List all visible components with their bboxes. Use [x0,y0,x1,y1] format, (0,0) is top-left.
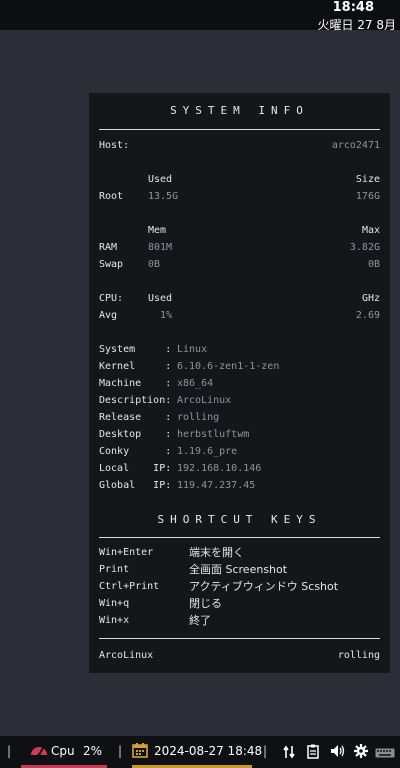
divider [99,638,380,639]
shortcut-row: Win+x 終了 [99,613,380,628]
divider [99,537,380,538]
speedometer-icon[interactable] [30,743,48,760]
mem-header-row: Mem Max [99,223,380,238]
host-label: Host: [99,140,130,151]
clock-date: 火曜日 27 8月 [317,18,396,32]
system-info-title: SYSTEM INFO [170,104,309,117]
mem-header: Mem [148,225,167,236]
footer-row: ArcoLinux rolling [99,648,380,663]
taskbar-datetime[interactable]: 2024-08-27 18:48 [154,744,262,758]
shortcut-key: Ctrl+Print [99,581,160,592]
cpu-header-row: CPU: Used GHz [99,291,380,306]
shortcut-action: 全画面 Screenshot [189,563,288,576]
separator: | [263,744,268,758]
info-label: System : [99,344,172,355]
keyboard-icon[interactable] [375,747,395,761]
volume-icon[interactable] [330,744,346,761]
info-value: herbstluftwm [177,429,250,440]
footer-release: rolling [337,650,380,661]
ram-row: RAM 801M 3.82G [99,240,380,255]
shortcut-action: 閉じる [189,597,222,610]
gear-icon[interactable] [354,744,368,761]
shortcut-action: アクティブウィンドウ Scshot [189,580,339,593]
info-row: Machine : x86_64 [99,376,380,391]
info-value: 6.10.6-zen1-1-zen [177,361,280,372]
cpu-avg-row: Avg 1% 2.69 [99,308,380,323]
avg-label: Avg [99,310,118,321]
max-header: Max [361,225,380,236]
shortcut-action: 端末を開く [189,546,244,559]
swap-row: Swap 0B 0B [99,257,380,272]
cpu-value: 2% [83,744,103,758]
info-label: Conky : [99,446,172,457]
ram-max: 3.82G [349,242,380,253]
info-label: Description: [99,395,172,406]
info-label: Release : [99,412,172,423]
info-row: Desktop : herbstluftwm [99,427,380,442]
cpu-used-header: Used [148,293,173,304]
info-row: Conky : 1.19.6_pre [99,444,380,459]
ram-label: RAM [99,242,118,253]
disk-header-row: Used Size [99,172,380,187]
info-label: Global IP: [99,480,172,491]
shortcut-key: Win+q [99,598,130,609]
shortcut-action: 終了 [189,614,211,627]
host-row: Host: arco2471 [99,138,380,153]
cpu-label: CPU: [99,293,124,304]
top-panel: 18:48 火曜日 27 8月 [0,0,400,32]
info-row: Kernel : 6.10.6-zen1-1-zen [99,359,380,374]
cpu-ghz-header: GHz [361,293,380,304]
shortcut-key: Win+Enter [99,547,154,558]
root-used: 13.5G [148,191,179,202]
info-value: Linux [177,344,208,355]
bottom-panel: | Cpu 2% | 2024-08-27 18:48 | [0,736,400,768]
cpu-label: Cpu [51,744,75,758]
info-value: ArcoLinux [177,395,232,406]
info-row: Global IP: 119.47.237.45 [99,478,380,493]
info-value: rolling [177,412,220,423]
avg-used: 1% [160,310,173,321]
swap-used: 0B [148,259,161,270]
shortcut-row: Print 全画面 Screenshot [99,562,380,577]
network-icon[interactable] [283,745,295,762]
root-size: 176G [355,191,380,202]
avg-ghz: 2.69 [355,310,380,321]
separator: | [7,744,12,758]
clipboard-icon[interactable] [307,744,319,762]
info-value: 192.168.10.146 [177,463,262,474]
swap-max: 0B [367,259,380,270]
calendar-icon[interactable] [132,742,148,761]
disk-used-header: Used [148,174,173,185]
disk-size-header: Size [355,174,380,185]
info-label: Machine : [99,378,172,389]
shortcut-key: Win+x [99,615,130,626]
info-label: Desktop : [99,429,172,440]
root-row: Root 13.5G 176G [99,189,380,204]
info-value: 119.47.237.45 [177,480,256,491]
info-value: 1.19.6_pre [177,446,238,457]
clock-time: 18:48 [332,0,374,15]
shortcut-row: Ctrl+Print アクティブウィンドウ Scshot [99,579,380,594]
root-label: Root [99,191,124,202]
divider [99,129,380,130]
info-row: System : Linux [99,342,380,357]
shortcut-key: Print [99,564,130,575]
separator: | [118,744,123,758]
info-label: Local IP: [99,463,172,474]
shortcut-row: Win+Enter 端末を開く [99,545,380,560]
host-value: arco2471 [331,140,380,151]
swap-label: Swap [99,259,124,270]
info-label: Kernel : [99,361,172,372]
conky-panel: SYSTEM INFO Host: arco2471 Used Size Roo… [89,93,390,673]
shortcut-keys-title: SHORTCUT KEYS [157,513,322,526]
shortcut-row: Win+q 閉じる [99,596,380,611]
info-row: Description: ArcoLinux [99,393,380,408]
info-value: x86_64 [177,378,214,389]
footer-distro: ArcoLinux [99,650,154,661]
ram-used: 801M [148,242,173,253]
info-row: Local IP: 192.168.10.146 [99,461,380,476]
info-row: Release : rolling [99,410,380,425]
